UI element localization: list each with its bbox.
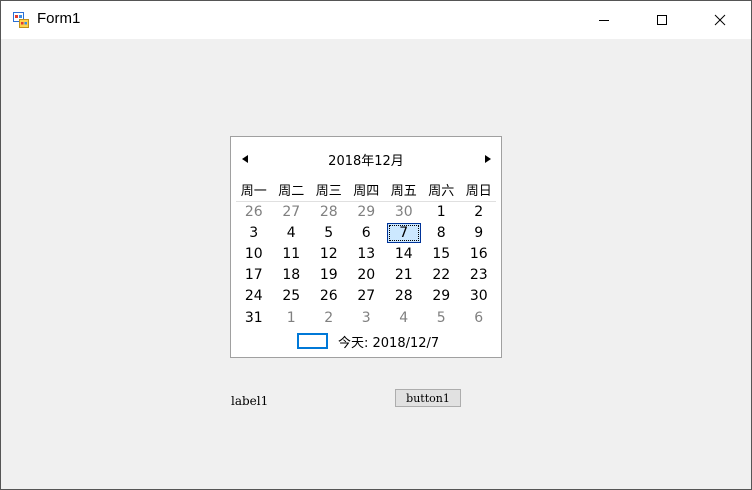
calendar-day[interactable]: 8	[423, 222, 461, 243]
calendar-day[interactable]: 13	[348, 243, 386, 264]
form-client-area: 2018年12月 周一 周二 周三 周四 周五 周六 周日 26 27 28 2…	[1, 39, 751, 489]
calendar-day[interactable]: 6	[460, 307, 498, 328]
close-button[interactable]	[691, 1, 749, 39]
calendar-day[interactable]: 15	[423, 243, 461, 264]
calendar-day[interactable]: 11	[273, 243, 311, 264]
calendar-day[interactable]: 25	[273, 286, 311, 307]
minimize-button[interactable]	[575, 1, 633, 39]
calendar-day[interactable]: 30	[385, 201, 423, 222]
calendar-day[interactable]: 21	[385, 265, 423, 286]
calendar-day[interactable]: 6	[348, 222, 386, 243]
calendar-day[interactable]: 17	[235, 265, 273, 286]
triangle-left-icon	[242, 155, 248, 163]
calendar-day[interactable]: 9	[460, 222, 498, 243]
form1-window: Form1 2018年12月 周一 周二 周三 周四 周五 周六 周日 26 2…	[0, 0, 752, 490]
weekday-header: 周一 周二 周三 周四 周五 周六 周日	[235, 180, 497, 200]
next-month-button[interactable]	[481, 149, 495, 169]
calendar-day[interactable]: 29	[348, 201, 386, 222]
calendar-day[interactable]: 26	[310, 286, 348, 307]
calendar-day[interactable]: 5	[310, 222, 348, 243]
title-bar[interactable]: Form1	[1, 1, 751, 39]
weekday-label: 周日	[465, 184, 492, 199]
calendar-day[interactable]: 27	[273, 201, 311, 222]
weekday-label: 周四	[353, 184, 380, 199]
weekday-label: 周三	[315, 184, 342, 199]
calendar-day[interactable]: 14	[385, 243, 423, 264]
triangle-right-icon	[485, 155, 491, 163]
close-icon	[714, 14, 726, 26]
calendar-day[interactable]: 27	[348, 286, 386, 307]
calendar-day[interactable]: 12	[310, 243, 348, 264]
weekday-label: 周一	[240, 184, 267, 199]
weekday-label: 周五	[390, 184, 417, 199]
calendar-day[interactable]: 31	[235, 307, 273, 328]
calendar-month-title[interactable]: 2018年12月	[271, 150, 461, 169]
window-title: Form1	[37, 10, 81, 27]
calendar-day[interactable]: 28	[310, 201, 348, 222]
calendar-day[interactable]: 5	[423, 307, 461, 328]
today-label: 今天: 2018/12/7	[338, 335, 440, 351]
weekday-label: 周二	[278, 184, 305, 199]
calendar-day[interactable]: 19	[310, 265, 348, 286]
minimize-icon	[599, 20, 609, 21]
calendar-day-selected[interactable]: 7	[385, 222, 423, 243]
today-marker-box	[297, 333, 328, 349]
maximize-button[interactable]	[633, 1, 691, 39]
calendar-day[interactable]: 3	[348, 307, 386, 328]
calendar-day[interactable]: 29	[423, 286, 461, 307]
calendar-day[interactable]: 20	[348, 265, 386, 286]
calendar-day[interactable]: 2	[310, 307, 348, 328]
today-link[interactable]: 今天: 2018/12/7	[297, 331, 439, 351]
weekday-label: 周六	[428, 184, 455, 199]
calendar-day[interactable]: 16	[460, 243, 498, 264]
calendar-day-grid: 26 27 28 29 30 1 2 3 4 5 6 7 8 9 10 11 1…	[235, 201, 497, 328]
calendar-day[interactable]: 4	[385, 307, 423, 328]
maximize-icon	[657, 15, 667, 25]
calendar-day[interactable]: 18	[273, 265, 311, 286]
calendar-day[interactable]: 2	[460, 201, 498, 222]
calendar-day[interactable]: 4	[273, 222, 311, 243]
calendar-day[interactable]: 30	[460, 286, 498, 307]
calendar-day[interactable]: 22	[423, 265, 461, 286]
calendar-day[interactable]: 1	[423, 201, 461, 222]
calendar-day[interactable]: 10	[235, 243, 273, 264]
previous-month-button[interactable]	[238, 149, 252, 169]
button1[interactable]: button1	[395, 389, 461, 407]
app-icon	[13, 12, 29, 28]
month-calendar[interactable]: 2018年12月 周一 周二 周三 周四 周五 周六 周日 26 27 28 2…	[230, 136, 502, 358]
calendar-day[interactable]: 28	[385, 286, 423, 307]
calendar-day[interactable]: 24	[235, 286, 273, 307]
calendar-day[interactable]: 26	[235, 201, 273, 222]
calendar-day[interactable]: 23	[460, 265, 498, 286]
calendar-day[interactable]: 3	[235, 222, 273, 243]
label1: label1	[231, 394, 269, 408]
calendar-day[interactable]: 1	[273, 307, 311, 328]
